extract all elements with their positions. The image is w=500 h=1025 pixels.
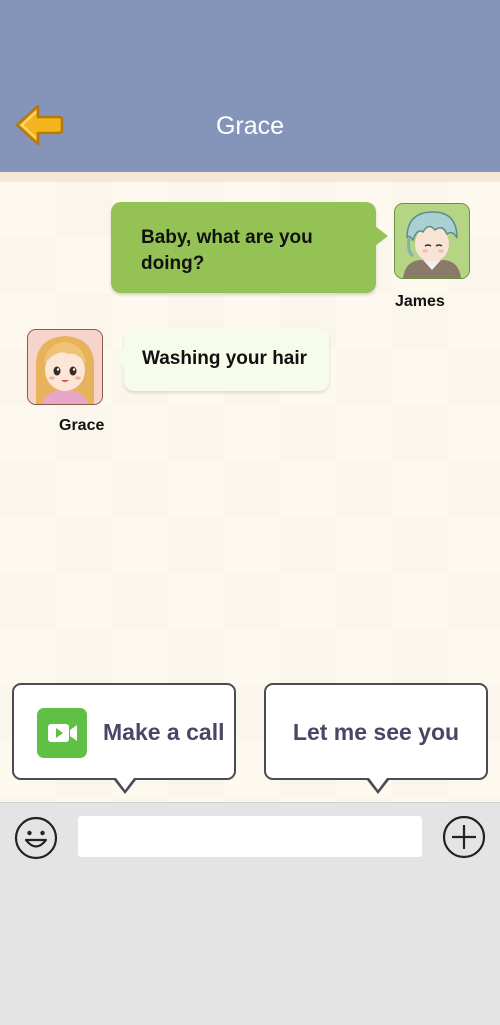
add-button[interactable] — [442, 815, 486, 859]
option-tail-inner — [369, 778, 387, 790]
option-tail-inner — [116, 778, 134, 790]
sender-name-james: James — [395, 293, 445, 310]
input-bar — [0, 802, 500, 1025]
let-me-see-you-button[interactable]: Let me see you — [264, 683, 488, 794]
message-text: Baby, what are you doing? — [141, 227, 313, 274]
message-text: Washing your hair — [142, 348, 308, 369]
message-input[interactable] — [78, 816, 422, 857]
bubble-tail — [112, 348, 125, 368]
make-call-button[interactable]: Make a call — [12, 683, 236, 794]
plus-circle-icon — [442, 815, 486, 859]
sender-name-grace: Grace — [59, 417, 105, 434]
header-bar: Grace — [0, 0, 500, 172]
message-bubble-grace: Washing your hair — [112, 328, 329, 391]
emoji-face-icon — [14, 816, 58, 860]
bubble-tail — [375, 226, 388, 246]
video-call-icon — [37, 708, 87, 758]
avatar-james[interactable] — [394, 203, 470, 279]
let-me-see-you-label: Let me see you — [292, 719, 460, 745]
header-divider — [0, 172, 500, 182]
message-bubble-james: Baby, what are you doing? — [111, 202, 388, 293]
emoji-button[interactable] — [14, 816, 58, 860]
page-title: Grace — [215, 112, 285, 140]
avatar-grace[interactable] — [27, 329, 103, 405]
make-call-label: Make a call — [103, 719, 225, 745]
